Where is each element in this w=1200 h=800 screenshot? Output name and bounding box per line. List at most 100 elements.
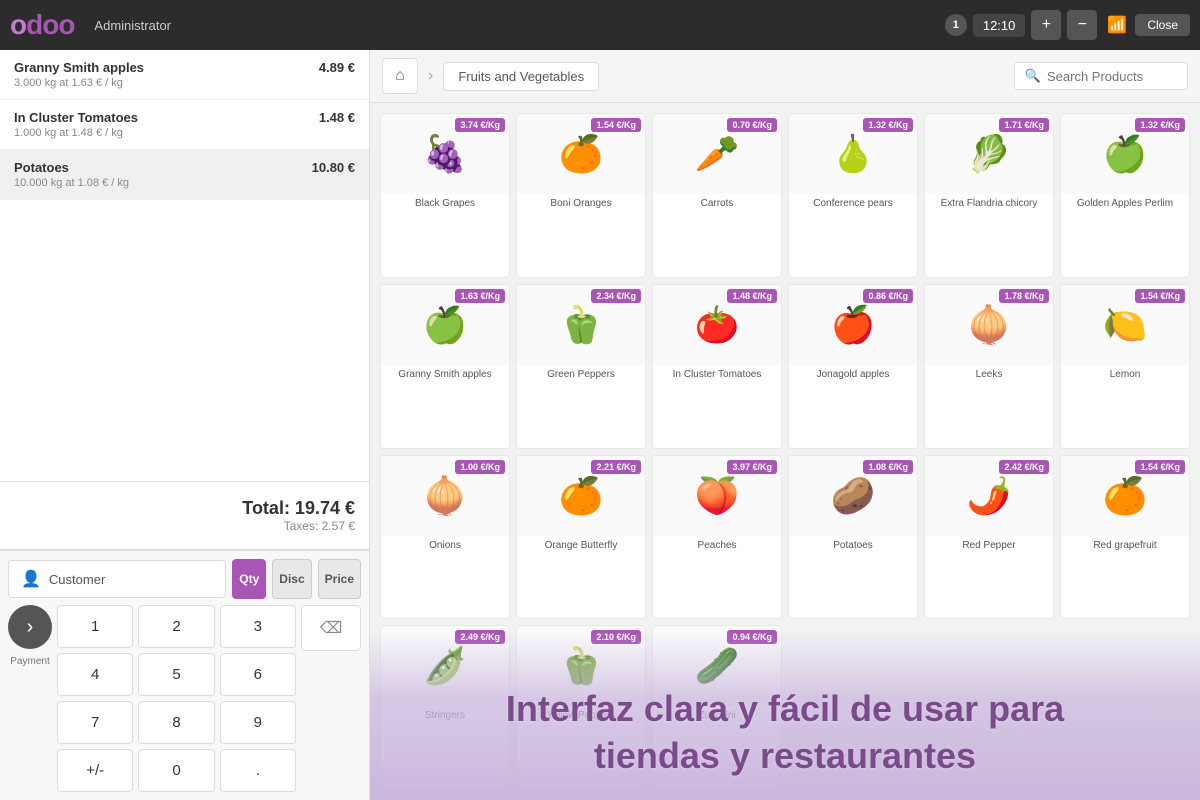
remove-session-button[interactable]: −: [1067, 10, 1097, 40]
product-image-area: 1.08 €/Kg 🥔: [789, 456, 917, 536]
product-card[interactable]: 2.21 €/Kg 🍊 Orange Butterfly: [516, 455, 646, 620]
product-price-badge: 2.10 €/Kg: [591, 630, 641, 644]
product-price-badge: 2.21 €/Kg: [591, 460, 641, 474]
product-emoji: 🍎: [831, 307, 876, 343]
product-card[interactable]: 3.74 €/Kg 🍇 Black Grapes: [380, 113, 510, 278]
search-input[interactable]: [1047, 69, 1177, 84]
product-price-badge: 1.00 €/Kg: [455, 460, 505, 474]
product-price-badge: 2.42 €/Kg: [999, 460, 1049, 474]
product-card[interactable]: 1.54 €/Kg 🍊 Red grapefruit: [1060, 455, 1190, 620]
product-emoji: 🫑: [559, 307, 604, 343]
product-emoji: 🧅: [967, 307, 1012, 343]
product-price-badge: 1.48 €/Kg: [727, 289, 777, 303]
num-9-button[interactable]: 9: [220, 701, 296, 744]
order-item-price: 1.48 €: [319, 110, 355, 125]
num-3-button[interactable]: 3: [220, 605, 296, 648]
plus-minus-button[interactable]: +/-: [57, 749, 133, 792]
product-name: Peaches: [653, 536, 781, 556]
num-6-button[interactable]: 6: [220, 653, 296, 696]
breadcrumb-separator: ›: [428, 67, 433, 85]
product-card[interactable]: 3.97 €/Kg 🍑 Peaches: [652, 455, 782, 620]
product-name: Stringers: [381, 706, 509, 726]
product-price-badge: 3.74 €/Kg: [455, 118, 505, 132]
category-label: Fruits and Vegetables: [443, 62, 599, 91]
product-card[interactable]: 2.42 €/Kg 🌶️ Red Pepper: [924, 455, 1054, 620]
total-amount: Total: 19.74 €: [14, 498, 355, 519]
payment-button[interactable]: ›: [8, 605, 52, 649]
product-price-badge: 0.94 €/Kg: [727, 630, 777, 644]
num-8-button[interactable]: 8: [138, 701, 214, 744]
product-emoji: 🫑: [559, 648, 604, 684]
product-card[interactable]: 1.71 €/Kg 🥬 Extra Flandria chicory: [924, 113, 1054, 278]
product-price-badge: 3.97 €/Kg: [727, 460, 777, 474]
add-session-button[interactable]: +: [1031, 10, 1061, 40]
disc-mode-button[interactable]: Disc: [272, 559, 311, 599]
time-display: 12:10: [973, 14, 1026, 37]
order-item-selected[interactable]: Potatoes 10.80 € 10.000 kg at 1.08 € / k…: [0, 150, 369, 200]
product-card[interactable]: 1.32 €/Kg 🍏 Golden Apples Perlim: [1060, 113, 1190, 278]
top-bar: odoo Administrator 1 12:10 + − 📶 Close: [0, 0, 1200, 50]
product-emoji: 🥒: [695, 648, 740, 684]
products-panel: ⌂ › Fruits and Vegetables 🔍 3.74 €/Kg 🍇 …: [370, 50, 1200, 800]
product-name: Red Pepper: [925, 536, 1053, 556]
customer-button[interactable]: 👤 Customer: [8, 560, 226, 598]
product-name: Golden Apples Perlim: [1061, 194, 1189, 214]
product-card[interactable]: 2.49 €/Kg 🫛 Stringers: [380, 625, 510, 790]
close-button[interactable]: Close: [1135, 14, 1190, 36]
product-price-badge: 1.71 €/Kg: [999, 118, 1049, 132]
product-card[interactable]: 1.32 €/Kg 🍐 Conference pears: [788, 113, 918, 278]
product-card[interactable]: 1.48 €/Kg 🍅 In Cluster Tomatoes: [652, 284, 782, 449]
product-image-area: 2.34 €/Kg 🫑: [517, 285, 645, 365]
product-name: Jonagold apples: [789, 365, 917, 385]
numpad-right: ⌫: [301, 605, 361, 792]
qty-mode-button[interactable]: Qty: [232, 559, 266, 599]
product-name: Granny Smith apples: [381, 365, 509, 385]
num-5-button[interactable]: 5: [138, 653, 214, 696]
product-image-area: 1.48 €/Kg 🍅: [653, 285, 781, 365]
num-7-button[interactable]: 7: [57, 701, 133, 744]
product-card[interactable]: 0.94 €/Kg 🥒 Zucchini: [652, 625, 782, 790]
price-mode-button[interactable]: Price: [318, 559, 361, 599]
product-card[interactable]: 0.70 €/Kg 🥕 Carrots: [652, 113, 782, 278]
product-card[interactable]: 2.34 €/Kg 🫑 Green Peppers: [516, 284, 646, 449]
wifi-icon: 📶: [1107, 15, 1127, 35]
product-emoji: 🫛: [423, 648, 468, 684]
product-price-badge: 1.54 €/Kg: [1135, 460, 1185, 474]
products-header: ⌂ › Fruits and Vegetables 🔍: [370, 50, 1200, 103]
order-item-price: 4.89 €: [319, 60, 355, 75]
num-1-button[interactable]: 1: [57, 605, 133, 648]
product-image-area: 1.63 €/Kg 🍏: [381, 285, 509, 365]
order-item[interactable]: In Cluster Tomatoes 1.48 € 1.000 kg at 1…: [0, 100, 369, 150]
order-item[interactable]: Granny Smith apples 4.89 € 3.000 kg at 1…: [0, 50, 369, 100]
product-name: Extra Flandria chicory: [925, 194, 1053, 214]
product-image-area: 3.97 €/Kg 🍑: [653, 456, 781, 536]
order-item-name: Granny Smith apples: [14, 60, 144, 75]
session-info: 1 12:10 + −: [945, 10, 1098, 40]
order-items-list: Granny Smith apples 4.89 € 3.000 kg at 1…: [0, 50, 369, 481]
num-4-button[interactable]: 4: [57, 653, 133, 696]
search-icon: 🔍: [1025, 68, 1041, 84]
num-2-button[interactable]: 2: [138, 605, 214, 648]
product-card[interactable]: 1.08 €/Kg 🥔 Potatoes: [788, 455, 918, 620]
product-name: Green Peppers: [517, 365, 645, 385]
backspace-button[interactable]: ⌫: [301, 605, 361, 651]
product-price-badge: 2.34 €/Kg: [591, 289, 641, 303]
product-name: Zucchini: [653, 706, 781, 726]
product-card[interactable]: 2.10 €/Kg 🫑 Yellow Peppers: [516, 625, 646, 790]
product-emoji: 🍏: [423, 307, 468, 343]
admin-label: Administrator: [94, 18, 171, 33]
product-name: Onions: [381, 536, 509, 556]
product-emoji: 🍇: [423, 136, 468, 172]
product-card[interactable]: 1.54 €/Kg 🍊 Boni Oranges: [516, 113, 646, 278]
home-button[interactable]: ⌂: [382, 58, 418, 94]
product-name: Lemon: [1061, 365, 1189, 385]
product-card[interactable]: 1.78 €/Kg 🧅 Leeks: [924, 284, 1054, 449]
num-0-button[interactable]: 0: [138, 749, 214, 792]
product-card[interactable]: 1.00 €/Kg 🧅 Onions: [380, 455, 510, 620]
product-card[interactable]: 0.86 €/Kg 🍎 Jonagold apples: [788, 284, 918, 449]
decimal-button[interactable]: .: [220, 749, 296, 792]
product-card[interactable]: 1.54 €/Kg 🍋 Lemon: [1060, 284, 1190, 449]
order-total: Total: 19.74 € Taxes: 2.57 €: [0, 481, 369, 549]
product-emoji: 🥕: [695, 136, 740, 172]
product-card[interactable]: 1.63 €/Kg 🍏 Granny Smith apples: [380, 284, 510, 449]
